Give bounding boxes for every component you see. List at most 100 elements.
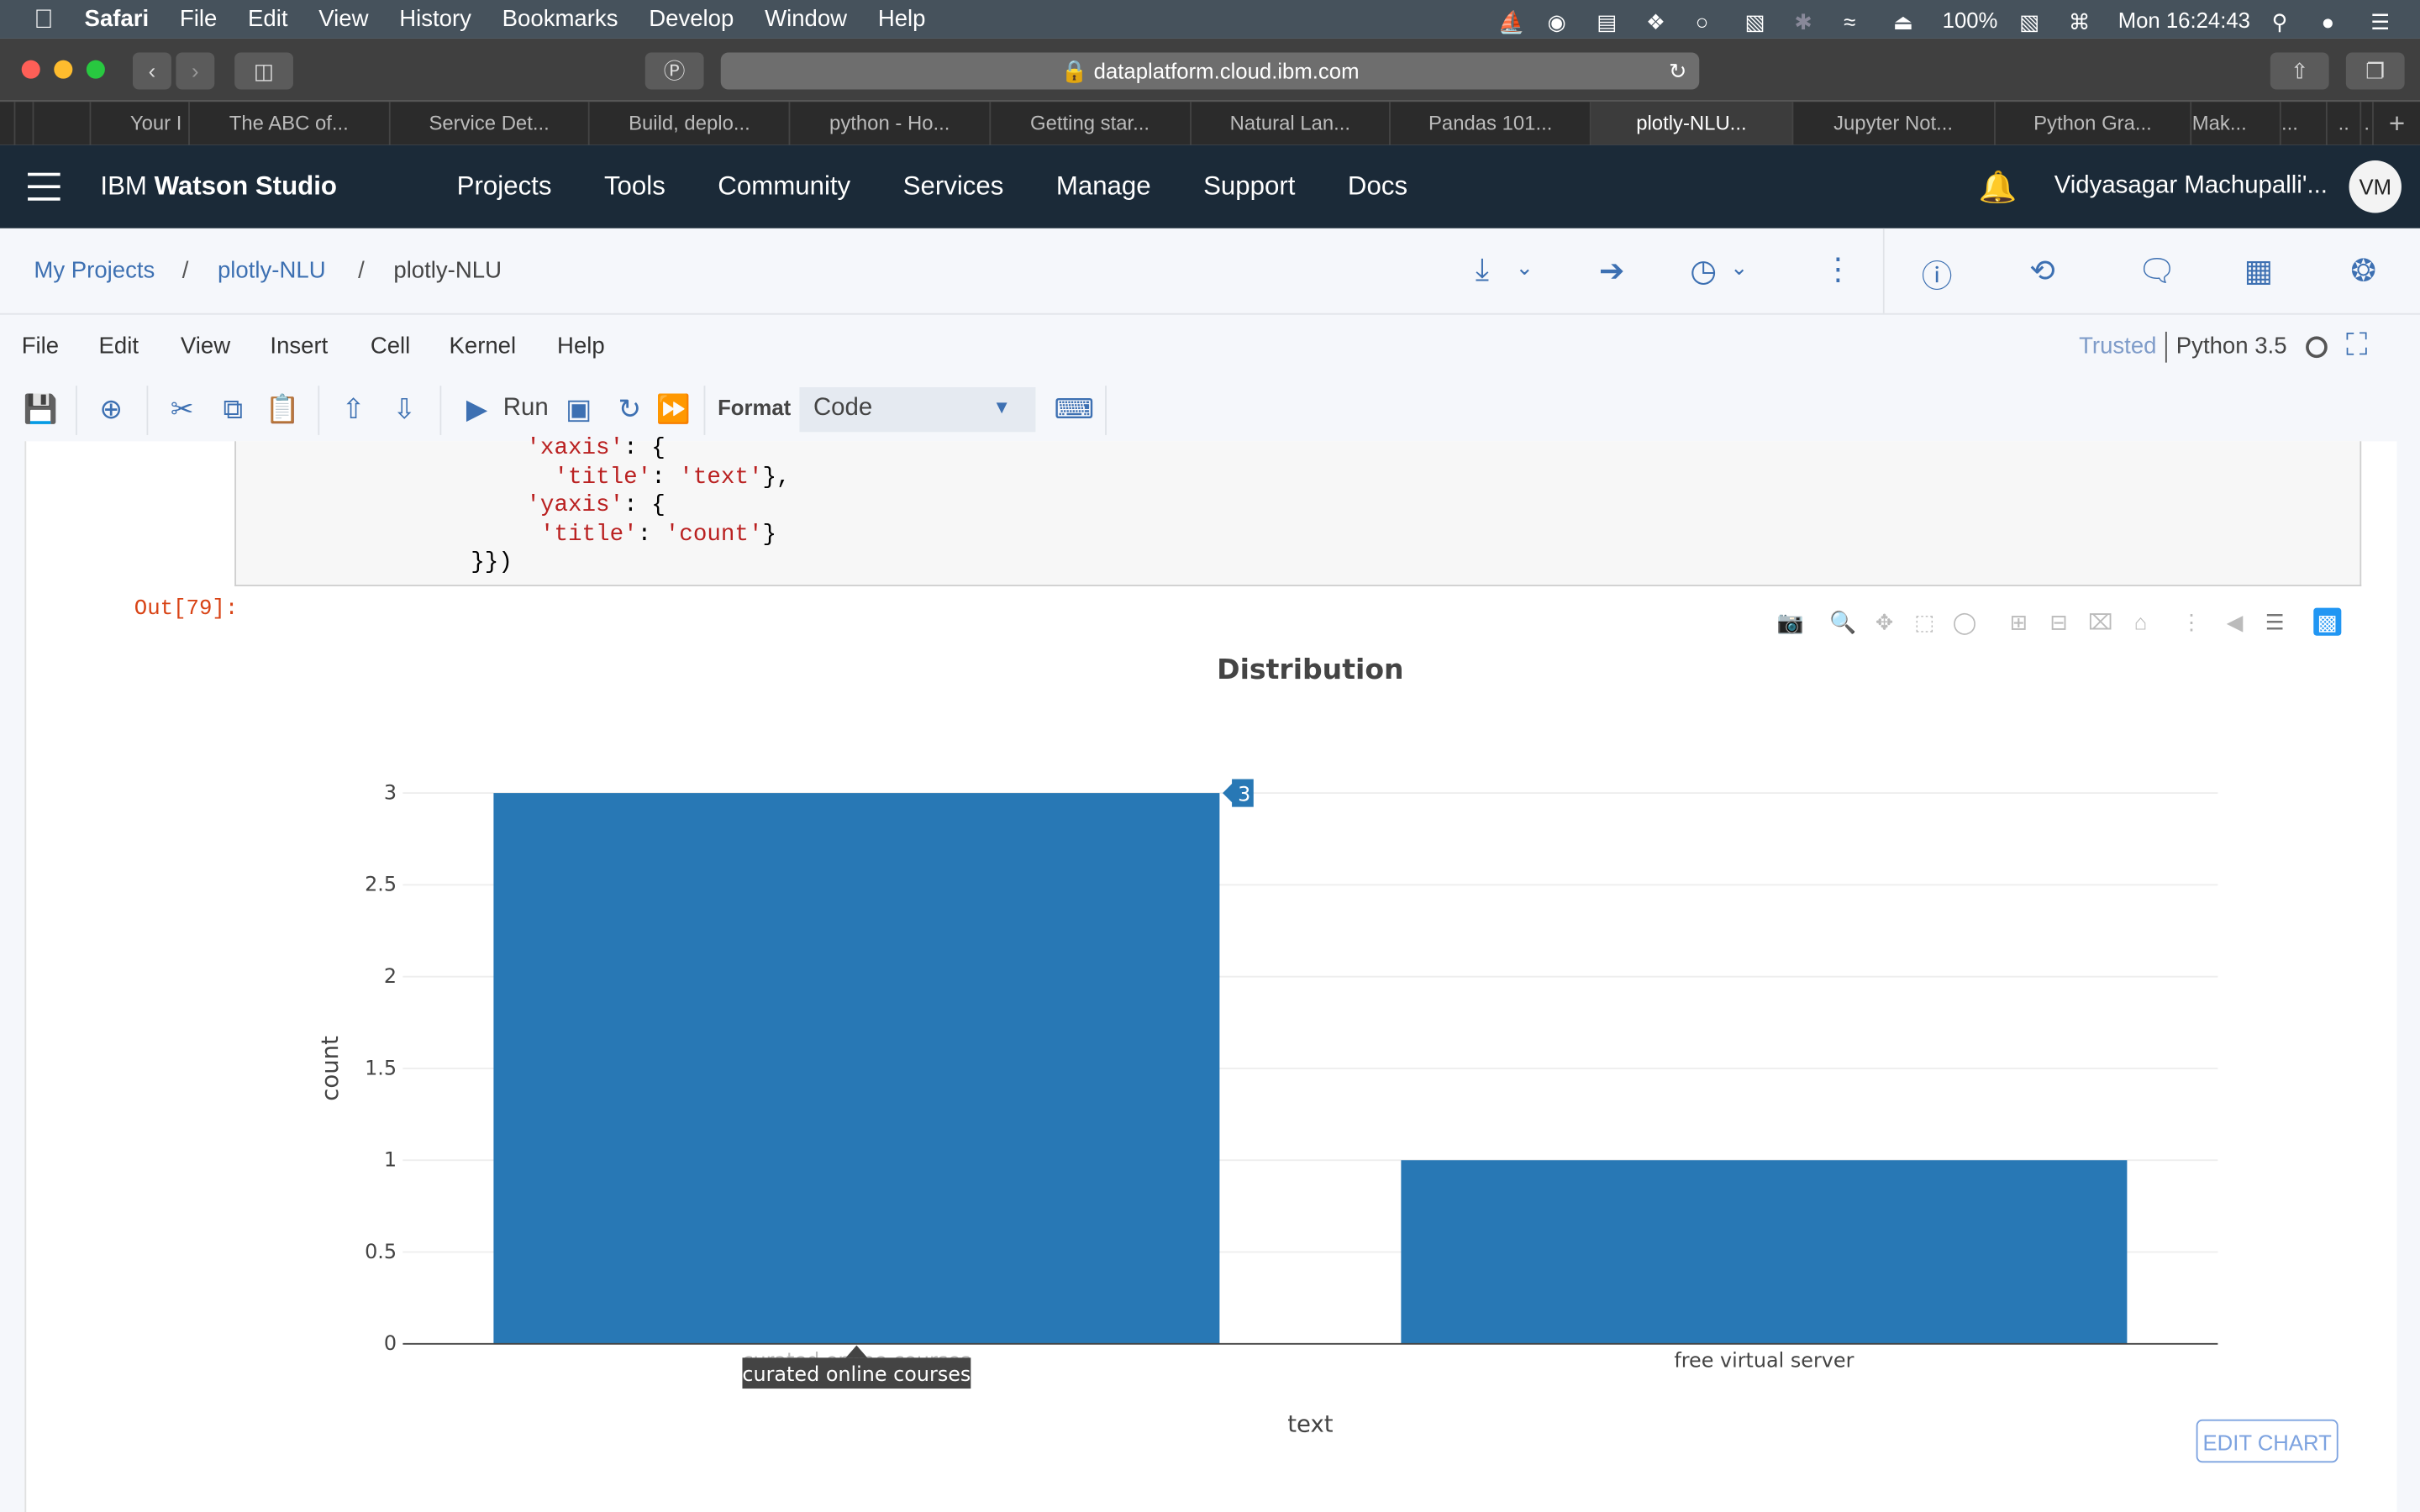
breadcrumb-project[interactable]: plotly-NLU bbox=[218, 228, 326, 313]
browser-tab[interactable]: Mak... bbox=[2192, 102, 2282, 145]
info-icon[interactable]: ⓘ bbox=[1922, 251, 1953, 296]
paste-icon[interactable]: 📋 bbox=[266, 392, 300, 426]
creative-cloud-icon[interactable]: ◉ bbox=[1547, 8, 1575, 33]
run-button[interactable]: ▶ Run bbox=[460, 392, 549, 426]
browser-tab-active[interactable]: plotly-NLU... bbox=[1591, 102, 1793, 145]
browser-extension-icon[interactable]: ○ bbox=[1696, 8, 1723, 33]
nav-tools[interactable]: Tools bbox=[604, 145, 666, 228]
share-button[interactable]: ⇧ bbox=[2270, 52, 2329, 90]
siri-icon[interactable]: ● bbox=[2321, 8, 2349, 33]
reload-icon[interactable]: ↻ bbox=[1669, 52, 1687, 89]
menu-edit[interactable]: Edit bbox=[248, 6, 287, 32]
run-all-icon[interactable]: ⏩ bbox=[656, 392, 691, 426]
menu-file[interactable]: File bbox=[180, 6, 217, 32]
hamburger-menu-icon[interactable] bbox=[28, 172, 60, 201]
trusted-indicator[interactable]: Trusted bbox=[2079, 313, 2156, 380]
data-assets-icon[interactable]: ▦ bbox=[2244, 251, 2274, 290]
fullscreen-icon[interactable]: ⛶ bbox=[2346, 328, 2368, 364]
nb-menu-kernel[interactable]: Kernel bbox=[449, 313, 516, 380]
app-brand[interactable]: IBM Watson Studio bbox=[100, 145, 337, 228]
comments-icon[interactable]: 🗨 bbox=[2138, 251, 2177, 290]
browser-tab-pinned[interactable] bbox=[34, 102, 92, 145]
minimize-window-button[interactable] bbox=[54, 60, 73, 79]
cell-format-select[interactable]: Code ▼ bbox=[799, 387, 1036, 433]
browser-tab[interactable]: .. bbox=[2328, 102, 2362, 145]
kernel-name[interactable]: Python 3.5 bbox=[2176, 313, 2287, 380]
avatar[interactable]: VM bbox=[2349, 160, 2402, 213]
wifi-icon[interactable]: ≈ bbox=[1844, 8, 1871, 33]
nb-menu-cell[interactable]: Cell bbox=[371, 313, 410, 380]
account-name[interactable]: Vidyasagar Machupalli'... bbox=[2054, 145, 2328, 228]
notification-center-icon[interactable]: ☰ bbox=[2370, 8, 2398, 33]
nav-community[interactable]: Community bbox=[718, 145, 850, 228]
copy-icon[interactable]: ⧉ bbox=[216, 392, 250, 426]
insert-cell-icon[interactable]: ⊕ bbox=[94, 392, 128, 426]
docker-icon[interactable]: ⛵ bbox=[1498, 8, 1526, 33]
close-window-button[interactable] bbox=[21, 60, 40, 79]
nb-menu-help[interactable]: Help bbox=[557, 313, 605, 380]
move-cell-down-icon[interactable]: ⇩ bbox=[387, 392, 421, 426]
binoculars-icon[interactable]: ▧ bbox=[1745, 8, 1773, 33]
keyboard-shortcuts-icon[interactable]: ⌨ bbox=[1054, 392, 1094, 426]
menubar-clock[interactable]: Mon 16:24:43 bbox=[2118, 7, 2250, 31]
browser-tab[interactable]: Python Gra... bbox=[1995, 102, 2192, 145]
nav-docs[interactable]: Docs bbox=[1348, 145, 1407, 228]
nav-support[interactable]: Support bbox=[1203, 145, 1295, 228]
dropbox-icon[interactable]: ❖ bbox=[1646, 8, 1674, 33]
menu-app-safari[interactable]: Safari bbox=[85, 6, 150, 32]
browser-tab[interactable]: Natural Lan... bbox=[1191, 102, 1392, 145]
browser-tab[interactable]: Jupyter Not... bbox=[1793, 102, 1996, 145]
upload-icon[interactable]: ⤓ bbox=[1476, 253, 1489, 288]
menu-help[interactable]: Help bbox=[878, 6, 926, 32]
zoom-window-button[interactable] bbox=[86, 60, 105, 79]
schedule-clock-icon[interactable]: ◷ bbox=[1690, 251, 1717, 290]
notifications-bell-icon[interactable]: 🔔 bbox=[1979, 168, 2018, 207]
browser-tab[interactable]: Pandas 101... bbox=[1391, 102, 1591, 145]
version-history-icon[interactable]: ⟲ bbox=[2029, 251, 2055, 290]
browser-tab[interactable]: The ABC of... bbox=[190, 102, 390, 145]
browser-tab[interactable]: Getting star... bbox=[991, 102, 1192, 145]
nav-manage[interactable]: Manage bbox=[1056, 145, 1151, 228]
eject-icon[interactable]: ⏏ bbox=[1893, 8, 1921, 33]
more-options-icon[interactable]: ⋮ bbox=[1823, 250, 1854, 289]
nb-menu-view[interactable]: View bbox=[181, 313, 230, 380]
browser-tab[interactable]: Your I bbox=[91, 102, 190, 145]
show-tabs-button[interactable]: ❐ bbox=[2345, 52, 2405, 90]
menu-history[interactable]: History bbox=[399, 6, 471, 32]
nb-menu-file[interactable]: File bbox=[22, 313, 59, 380]
browser-tab[interactable]: python - Ho... bbox=[790, 102, 991, 145]
storage-icon[interactable]: ▤ bbox=[1597, 8, 1624, 33]
browser-tab-pinned[interactable] bbox=[0, 102, 16, 145]
spotlight-search-icon[interactable]: ⚲ bbox=[2272, 8, 2300, 33]
restart-kernel-icon[interactable]: ↻ bbox=[613, 392, 646, 426]
browser-tab[interactable]: Service Det... bbox=[390, 102, 591, 145]
move-cell-up-icon[interactable]: ⇧ bbox=[336, 392, 370, 426]
sidebar-toggle-button[interactable]: ◫ bbox=[234, 52, 293, 90]
menu-bookmarks[interactable]: Bookmarks bbox=[502, 6, 618, 32]
breadcrumb-my-projects[interactable]: My Projects bbox=[34, 228, 155, 313]
interrupt-kernel-icon[interactable]: ▣ bbox=[562, 392, 596, 426]
address-bar[interactable]: 🔒 dataplatform.cloud.ibm.com ↻ bbox=[720, 52, 1700, 90]
menu-develop[interactable]: Develop bbox=[649, 6, 734, 32]
nb-menu-edit[interactable]: Edit bbox=[99, 313, 139, 380]
compass-icon[interactable]: ❂ bbox=[2350, 251, 2376, 290]
nav-services[interactable]: Services bbox=[903, 145, 1004, 228]
keyboard-icon[interactable]: ⌘ bbox=[2069, 8, 2096, 33]
menu-view[interactable]: View bbox=[318, 6, 368, 32]
browser-tab[interactable]: ... bbox=[2281, 102, 2328, 145]
bluetooth-icon[interactable]: ✱ bbox=[1794, 8, 1822, 33]
apple-menu-icon[interactable]:  bbox=[34, 4, 53, 35]
battery-icon[interactable]: ▧ bbox=[2019, 8, 2047, 33]
back-button[interactable]: ‹ bbox=[132, 52, 171, 90]
menu-window[interactable]: Window bbox=[765, 6, 847, 32]
save-checkpoint-icon[interactable]: 💾 bbox=[24, 392, 58, 426]
chevron-down-icon[interactable]: ⌄ bbox=[1516, 255, 1534, 281]
forward-button[interactable]: › bbox=[176, 52, 215, 90]
cut-icon[interactable]: ✂ bbox=[166, 392, 199, 426]
edit-chart-button[interactable]: EDIT CHART bbox=[2196, 1419, 2338, 1463]
nb-menu-insert[interactable]: Insert bbox=[270, 313, 328, 380]
browser-tab[interactable]: Build, deplo... bbox=[590, 102, 791, 145]
grammarly-extension-button[interactable]: Ⓟ bbox=[644, 52, 704, 90]
browser-tab[interactable]: . bbox=[2361, 102, 2375, 145]
nav-projects[interactable]: Projects bbox=[457, 145, 552, 228]
